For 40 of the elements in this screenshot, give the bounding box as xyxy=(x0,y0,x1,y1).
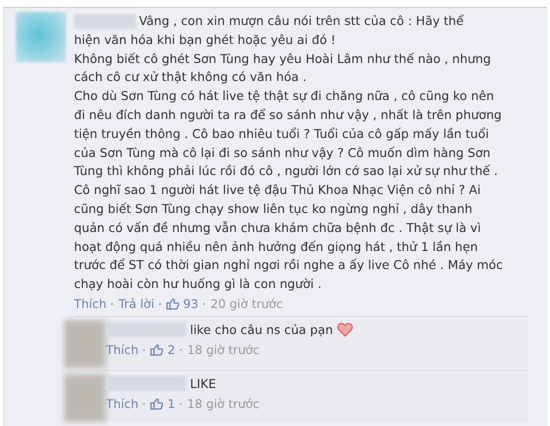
reply-text: LIKE xyxy=(190,376,216,393)
like-link[interactable]: Thích xyxy=(106,340,138,360)
comment-text-line: Tùng thì không phải lúc rồi đó cô , người lớn cớ sao lại xử sự như thế . xyxy=(74,164,498,178)
comment-text-line: Cho dù Sơn Tùng có hát live tệ thật sự đi chăng nữa , cô cũng ko nên xyxy=(74,89,494,104)
thumbs-up-icon xyxy=(150,344,164,356)
like-link[interactable]: Thích xyxy=(74,294,106,314)
comment-text-line: quản có vấn đề nhưng vẫn chưa khám chữa bệnh đc . Thật sự là vì xyxy=(74,220,481,235)
like-count[interactable]: 1 xyxy=(167,394,176,414)
timestamp: 18 giờ trước xyxy=(187,396,260,413)
separator-dot xyxy=(180,402,182,405)
comment-text-line: tiện truyền thông . Cô bao nhiêu tuổi ? Tuổi của cô gấp mấy lần tuổi xyxy=(74,126,489,141)
comment-text-line: của Sơn Tùng mà cô lại đi so sánh như vậy ? Cô muốn dìm hàng Sơn xyxy=(74,146,491,160)
comment-text-line: cách cô cư xử thật không có văn hóa . xyxy=(74,70,307,84)
separator-dot xyxy=(159,302,162,305)
reply-text: like cho câu ns của pạn xyxy=(190,322,333,339)
blurred-avatar xyxy=(64,374,106,422)
comment-text-line: Vâng , con xin mượn câu nói trên stt của cô : Hãy thể xyxy=(139,14,464,28)
timestamp: 20 giờ trước xyxy=(210,296,283,313)
comment-text-line: Cô nghĩ sao 1 người hát live tệ đậu Thủ Khoa Nhạc Viện cô nhỉ ? Ai xyxy=(74,183,481,198)
like-link[interactable]: Thích xyxy=(106,394,138,414)
thumbs-up-icon xyxy=(166,298,180,310)
comment-text-line: hoạt động quá nhiều nên ảnh hưởng đến giọng hát , thử 1 lần hẹn xyxy=(74,240,478,254)
blurred-avatar xyxy=(64,320,106,368)
comment-text-line: chạy hoài còn hư huống gì là con người . xyxy=(74,277,322,292)
separator-dot xyxy=(203,302,206,305)
comment-text-line: đi nêu đích danh người ta ra để so sánh như vậy , nhất là trên phương xyxy=(74,108,502,122)
separator-dot xyxy=(111,302,114,305)
like-count[interactable]: 2 xyxy=(167,340,176,360)
separator-dot xyxy=(143,402,146,405)
comment-text-line: trước để ST có thời gian nghỉ ngơi rồi nghe a ấy live Cô nhé . Máy móc xyxy=(74,258,503,272)
comment-text-line: Không biết cô ghét Sơn Tùng hay yêu Hoài Lâm như thế nào , nhưng xyxy=(74,52,491,66)
like-count[interactable]: 93 xyxy=(183,294,198,314)
blurred-avatar xyxy=(16,12,66,62)
separator-dot xyxy=(180,348,182,351)
comment-text-line: cũng biết Sơn Tùng chạy show liên tục ko ngừng nghỉ , dây thanh xyxy=(74,202,472,216)
reply-link[interactable]: Trả lời xyxy=(118,294,154,314)
separator-dot xyxy=(143,348,146,351)
timestamp: 18 giờ trước xyxy=(187,342,260,359)
comment-text-line: hiện văn hóa khi bạn ghét hoặc yêu ai đó ! xyxy=(74,32,336,47)
thumbs-up-icon xyxy=(150,398,164,410)
